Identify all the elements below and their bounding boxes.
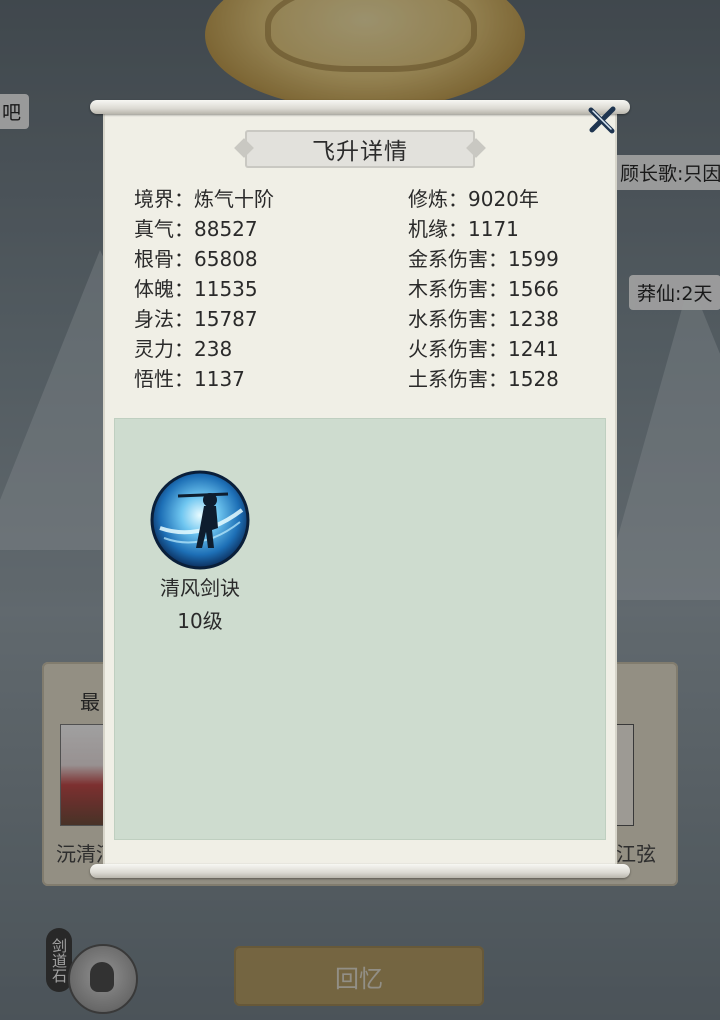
stat-value: 1238 bbox=[508, 307, 559, 331]
stat-value: 9020年 bbox=[468, 187, 539, 211]
stat-row: 土系伤害：1528 bbox=[408, 364, 559, 394]
stat-label: 火系伤害： bbox=[408, 337, 508, 361]
stat-value: 238 bbox=[194, 337, 233, 361]
stat-row: 境界：炼气十阶 bbox=[134, 184, 274, 214]
stat-label: 体魄： bbox=[134, 277, 194, 301]
stat-value: 65808 bbox=[194, 247, 258, 271]
wind-sword-skill-icon bbox=[150, 470, 250, 570]
stat-row: 身法：15787 bbox=[134, 304, 274, 334]
stat-row: 火系伤害：1241 bbox=[408, 334, 559, 364]
stat-label: 土系伤害： bbox=[408, 367, 508, 391]
skill-level: 10级 bbox=[177, 609, 223, 633]
stats-right-column: 修炼：9020年 机缘：1171 金系伤害：1599 木系伤害：1566 水系伤… bbox=[408, 184, 559, 394]
stat-label: 身法： bbox=[134, 307, 194, 331]
stat-row: 修炼：9020年 bbox=[408, 184, 559, 214]
stat-value: 1137 bbox=[194, 367, 245, 391]
stat-row: 体魄：11535 bbox=[134, 274, 274, 304]
stat-value: 1566 bbox=[508, 277, 559, 301]
stat-label: 水系伤害： bbox=[408, 307, 508, 331]
stat-row: 真气：88527 bbox=[134, 214, 274, 244]
stat-row: 金系伤害：1599 bbox=[408, 244, 559, 274]
stat-label: 真气： bbox=[134, 217, 194, 241]
scroll-rod-top bbox=[90, 100, 630, 114]
stat-value: 11535 bbox=[194, 277, 258, 301]
skill-item[interactable]: 清风剑诀 10级 bbox=[140, 470, 260, 634]
stat-value: 1171 bbox=[468, 217, 519, 241]
stat-label: 修炼： bbox=[408, 187, 468, 211]
stat-row: 水系伤害：1238 bbox=[408, 304, 559, 334]
stat-row: 机缘：1171 bbox=[408, 214, 559, 244]
stat-label: 悟性： bbox=[134, 367, 194, 391]
stat-label: 木系伤害： bbox=[408, 277, 508, 301]
stat-row: 悟性：1137 bbox=[134, 364, 274, 394]
stat-value: 1528 bbox=[508, 367, 559, 391]
stat-row: 灵力：238 bbox=[134, 334, 274, 364]
stat-row: 根骨：65808 bbox=[134, 244, 274, 274]
stat-value: 1241 bbox=[508, 337, 559, 361]
stat-row: 木系伤害：1566 bbox=[408, 274, 559, 304]
stat-value: 88527 bbox=[194, 217, 258, 241]
stat-value: 1599 bbox=[508, 247, 559, 271]
stat-label: 境界： bbox=[134, 187, 194, 211]
stat-value: 15787 bbox=[194, 307, 258, 331]
skill-name: 清风剑诀 bbox=[160, 576, 240, 600]
stat-label: 金系伤害： bbox=[408, 247, 508, 271]
scroll-rod-bottom bbox=[90, 864, 630, 878]
stat-label: 根骨： bbox=[134, 247, 194, 271]
close-x-icon bbox=[588, 106, 616, 134]
stat-label: 灵力： bbox=[134, 337, 194, 361]
close-button[interactable] bbox=[585, 103, 619, 137]
panel-title-plate: 飞升详情 bbox=[245, 130, 475, 168]
stat-label: 机缘： bbox=[408, 217, 468, 241]
stats-left-column: 境界：炼气十阶 真气：88527 根骨：65808 体魄：11535 身法：15… bbox=[134, 184, 274, 394]
stat-value: 炼气十阶 bbox=[194, 187, 274, 211]
panel-title: 飞升详情 bbox=[312, 139, 408, 165]
